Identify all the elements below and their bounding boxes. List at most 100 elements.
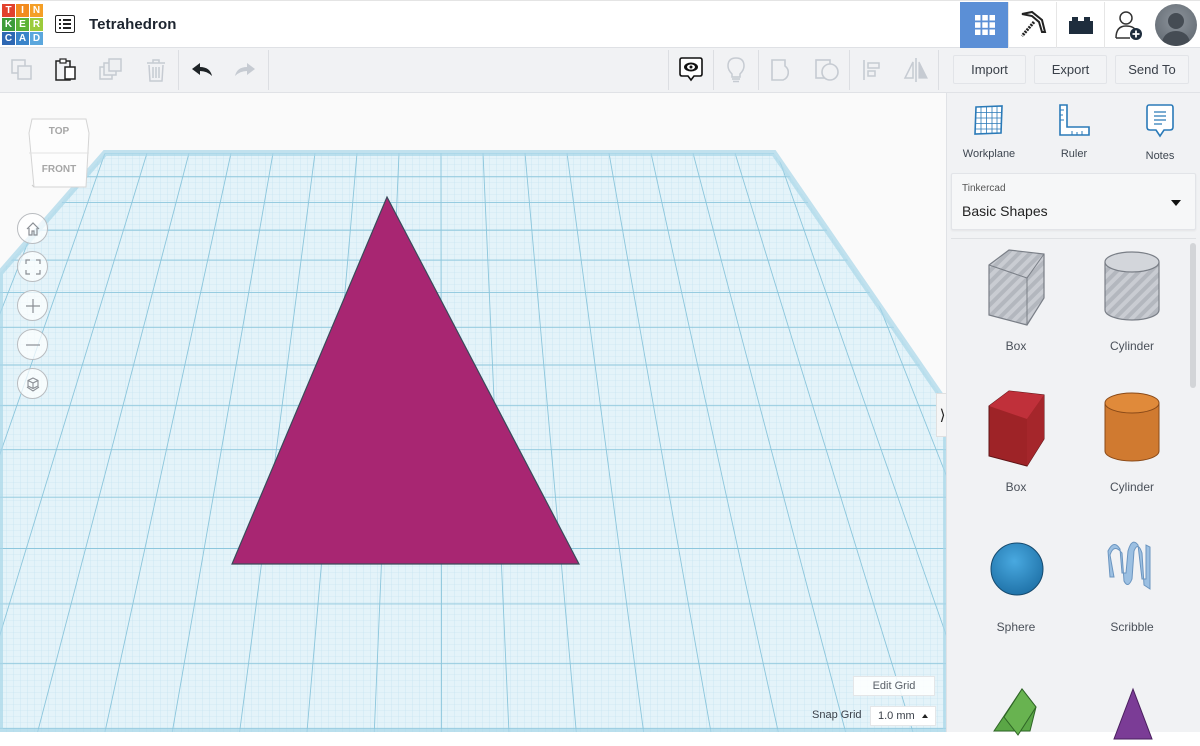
snap-grid-select[interactable]: 1.0 mm bbox=[870, 706, 936, 726]
notes-label: Notes bbox=[1145, 150, 1175, 162]
library-selected: Basic Shapes bbox=[962, 203, 1048, 219]
trash-icon bbox=[147, 59, 165, 82]
tinkercad-logo[interactable]: TIN KER CAD bbox=[2, 4, 43, 45]
lego-button[interactable] bbox=[1056, 2, 1104, 48]
shape-box-hole[interactable]: Box bbox=[961, 248, 1071, 353]
logo-letter: R bbox=[30, 18, 43, 31]
shape-label: Box bbox=[1005, 480, 1027, 494]
ruler-label: Ruler bbox=[1060, 148, 1088, 160]
duplicate-icon bbox=[99, 58, 122, 80]
shape-roof[interactable] bbox=[961, 681, 1071, 746]
dropdown-caret-icon bbox=[1171, 200, 1181, 206]
plus-icon bbox=[25, 298, 40, 313]
fit-view-icon bbox=[24, 258, 41, 275]
design-title[interactable]: Tetrahedron bbox=[89, 16, 177, 33]
delete-button[interactable] bbox=[134, 48, 178, 92]
notes-tool[interactable]: Notes bbox=[1125, 103, 1195, 162]
mirror-button[interactable] bbox=[894, 48, 938, 92]
ungroup-icon bbox=[815, 59, 839, 81]
top-bar: TIN KER CAD Tetrahedron bbox=[0, 0, 1200, 48]
perspective-toggle-button[interactable] bbox=[17, 368, 48, 399]
shapes-sidebar: Workplane Ruler Notes Tinkercad Basic Sh… bbox=[946, 93, 1200, 740]
undo-button[interactable] bbox=[180, 48, 224, 92]
import-button[interactable]: Import bbox=[953, 55, 1026, 84]
zoom-in-button[interactable] bbox=[17, 290, 48, 321]
copy-button[interactable] bbox=[0, 48, 44, 92]
shape-cylinder-hole[interactable]: Cylinder bbox=[1077, 248, 1187, 353]
home-icon bbox=[26, 221, 39, 236]
minecraft-button[interactable] bbox=[1008, 2, 1056, 48]
ungroup-button[interactable] bbox=[805, 48, 849, 92]
grid-view-button[interactable] bbox=[960, 2, 1008, 48]
ruler-tool[interactable]: Ruler bbox=[1039, 103, 1109, 160]
group-icon bbox=[771, 59, 790, 81]
cone-icon bbox=[1113, 687, 1153, 740]
brick-icon bbox=[1068, 17, 1093, 34]
export-button[interactable]: Export bbox=[1034, 55, 1107, 84]
light-bulb-button[interactable] bbox=[714, 48, 758, 92]
logo-letter: E bbox=[16, 18, 29, 31]
scribble-icon bbox=[1107, 541, 1151, 590]
avatar[interactable] bbox=[1155, 4, 1197, 46]
library-category: Tinkercad bbox=[962, 183, 1006, 194]
view-cube-front-face[interactable]: FRONT bbox=[28, 164, 90, 175]
shape-box[interactable]: Box bbox=[961, 389, 1071, 494]
redo-button[interactable] bbox=[223, 48, 267, 92]
edit-grid-button[interactable]: Edit Grid bbox=[853, 676, 935, 696]
box-icon bbox=[988, 390, 1045, 467]
header-nav bbox=[960, 2, 1200, 48]
logo-letter: T bbox=[2, 4, 15, 17]
duplicate-button[interactable] bbox=[89, 48, 133, 92]
mirror-icon bbox=[903, 58, 928, 82]
eye-bubble-icon bbox=[679, 57, 703, 82]
design-list-icon[interactable] bbox=[55, 15, 75, 33]
hole-box-icon bbox=[988, 249, 1045, 326]
roof-icon bbox=[993, 688, 1037, 736]
shape-label: Sphere bbox=[996, 620, 1036, 634]
pickaxe-icon bbox=[1020, 10, 1046, 37]
workplane-tool[interactable]: Workplane bbox=[954, 103, 1024, 160]
shape-scribble[interactable]: Scribble bbox=[1077, 533, 1187, 634]
sidebar-scrollbar[interactable] bbox=[1190, 243, 1196, 388]
view-cube-top-face[interactable]: TOP bbox=[28, 126, 90, 137]
paste-button[interactable] bbox=[44, 48, 88, 92]
align-button[interactable] bbox=[850, 48, 894, 92]
sidebar-divider bbox=[951, 238, 1196, 239]
send-to-button[interactable]: Send To bbox=[1115, 55, 1189, 84]
logo-letter: K bbox=[2, 18, 15, 31]
caret-up-icon bbox=[922, 714, 928, 718]
workplane-label: Workplane bbox=[962, 148, 1016, 160]
shape-library-dropdown[interactable]: Tinkercad Basic Shapes bbox=[951, 173, 1196, 230]
shape-cylinder[interactable]: Cylinder bbox=[1077, 389, 1187, 494]
perspective-cube-icon bbox=[26, 376, 39, 392]
notes-visibility-button[interactable] bbox=[669, 48, 713, 92]
shape-label: Box bbox=[1005, 339, 1027, 353]
undo-icon bbox=[192, 63, 212, 76]
home-view-button[interactable] bbox=[17, 213, 48, 244]
redo-icon bbox=[235, 63, 255, 76]
snap-grid-value: 1.0 mm bbox=[878, 710, 915, 722]
logo-letter: C bbox=[2, 32, 15, 45]
snap-grid-label: Snap Grid bbox=[812, 709, 862, 721]
zoom-out-button[interactable] bbox=[17, 329, 48, 360]
grid-view-icon bbox=[974, 15, 995, 35]
group-button[interactable] bbox=[760, 48, 804, 92]
shape-sphere[interactable]: Sphere bbox=[961, 533, 1071, 634]
hole-cylinder-icon bbox=[1104, 251, 1160, 321]
workplane-icon bbox=[974, 105, 1003, 135]
logo-letter: D bbox=[30, 32, 43, 45]
workplane-grid[interactable] bbox=[0, 93, 946, 732]
shape-label: Cylinder bbox=[1109, 480, 1154, 494]
3d-viewport[interactable]: TOP FRONT Edit Grid Snap Grid 1.0 mm bbox=[0, 93, 946, 732]
notes-icon bbox=[1146, 104, 1174, 138]
fit-all-button[interactable] bbox=[17, 251, 48, 282]
view-cube[interactable]: TOP FRONT bbox=[28, 117, 90, 189]
align-icon bbox=[863, 60, 880, 80]
paste-icon bbox=[55, 58, 76, 81]
light-bulb-icon bbox=[727, 57, 745, 83]
shape-cone[interactable] bbox=[1077, 681, 1187, 746]
logo-letter: A bbox=[16, 32, 29, 45]
minus-icon bbox=[25, 343, 40, 346]
invite-user-button[interactable] bbox=[1104, 2, 1152, 48]
ruler-icon bbox=[1059, 104, 1090, 136]
